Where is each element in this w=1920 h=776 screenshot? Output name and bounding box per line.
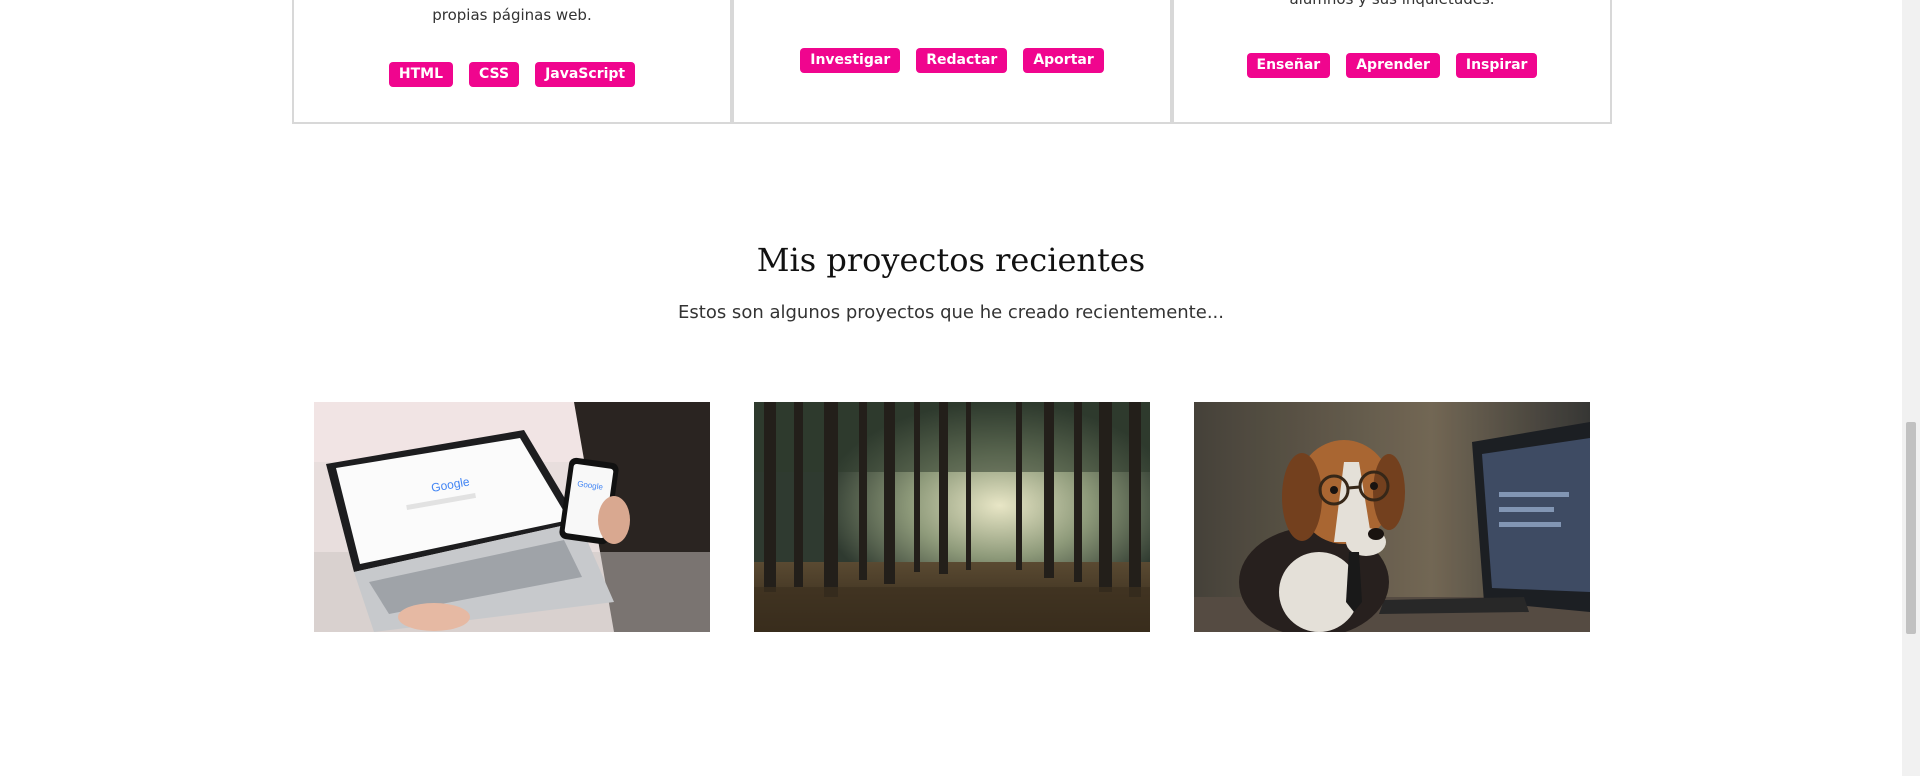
section-title: Mis proyectos recientes: [756, 241, 1146, 279]
project-card-beagle[interactable]: [1194, 402, 1590, 632]
tag-css[interactable]: CSS: [469, 62, 520, 87]
project-card-forest[interactable]: [754, 402, 1150, 632]
section-subtitle: Estos son algunos proyectos que he cread…: [678, 302, 1224, 323]
card-tags: HTML CSS JavaScript: [294, 62, 730, 87]
card-text: propias páginas web.: [432, 6, 592, 24]
laptop-phone-google-image: Google Google: [314, 402, 710, 632]
service-card: Investigar Redactar Aportar: [732, 0, 1172, 124]
tag-html[interactable]: HTML: [388, 62, 453, 87]
forest-image: [754, 402, 1150, 632]
scrollbar-thumb[interactable]: [1906, 422, 1916, 634]
tag-redactar[interactable]: Redactar: [916, 48, 1008, 73]
page: propias páginas web. HTML CSS JavaScript…: [0, 0, 1902, 776]
card-tags: Investigar Redactar Aportar: [734, 48, 1170, 73]
tag-aprender[interactable]: Aprender: [1346, 53, 1440, 78]
card-tags: Enseñar Aprender Inspirar: [1174, 53, 1610, 78]
service-card: propias páginas web. HTML CSS JavaScript: [292, 0, 732, 124]
tag-ensenar[interactable]: Enseñar: [1246, 53, 1331, 78]
tag-aportar[interactable]: Aportar: [1023, 48, 1104, 73]
beagle-computer-image: [1194, 402, 1590, 632]
tag-inspirar[interactable]: Inspirar: [1455, 53, 1538, 78]
tag-investigar[interactable]: Investigar: [800, 48, 901, 73]
card-text: alumnos y sus inquietudes.: [1174, 0, 1610, 10]
projects-grid: Google Google: [314, 402, 1590, 632]
project-card-laptop[interactable]: Google Google: [314, 402, 710, 632]
services-cards: propias páginas web. HTML CSS JavaScript…: [292, 0, 1612, 124]
tag-javascript[interactable]: JavaScript: [535, 62, 636, 87]
page-scrollbar[interactable]: [1902, 0, 1920, 776]
service-card: alumnos y sus inquietudes. Enseñar Apren…: [1172, 0, 1612, 124]
